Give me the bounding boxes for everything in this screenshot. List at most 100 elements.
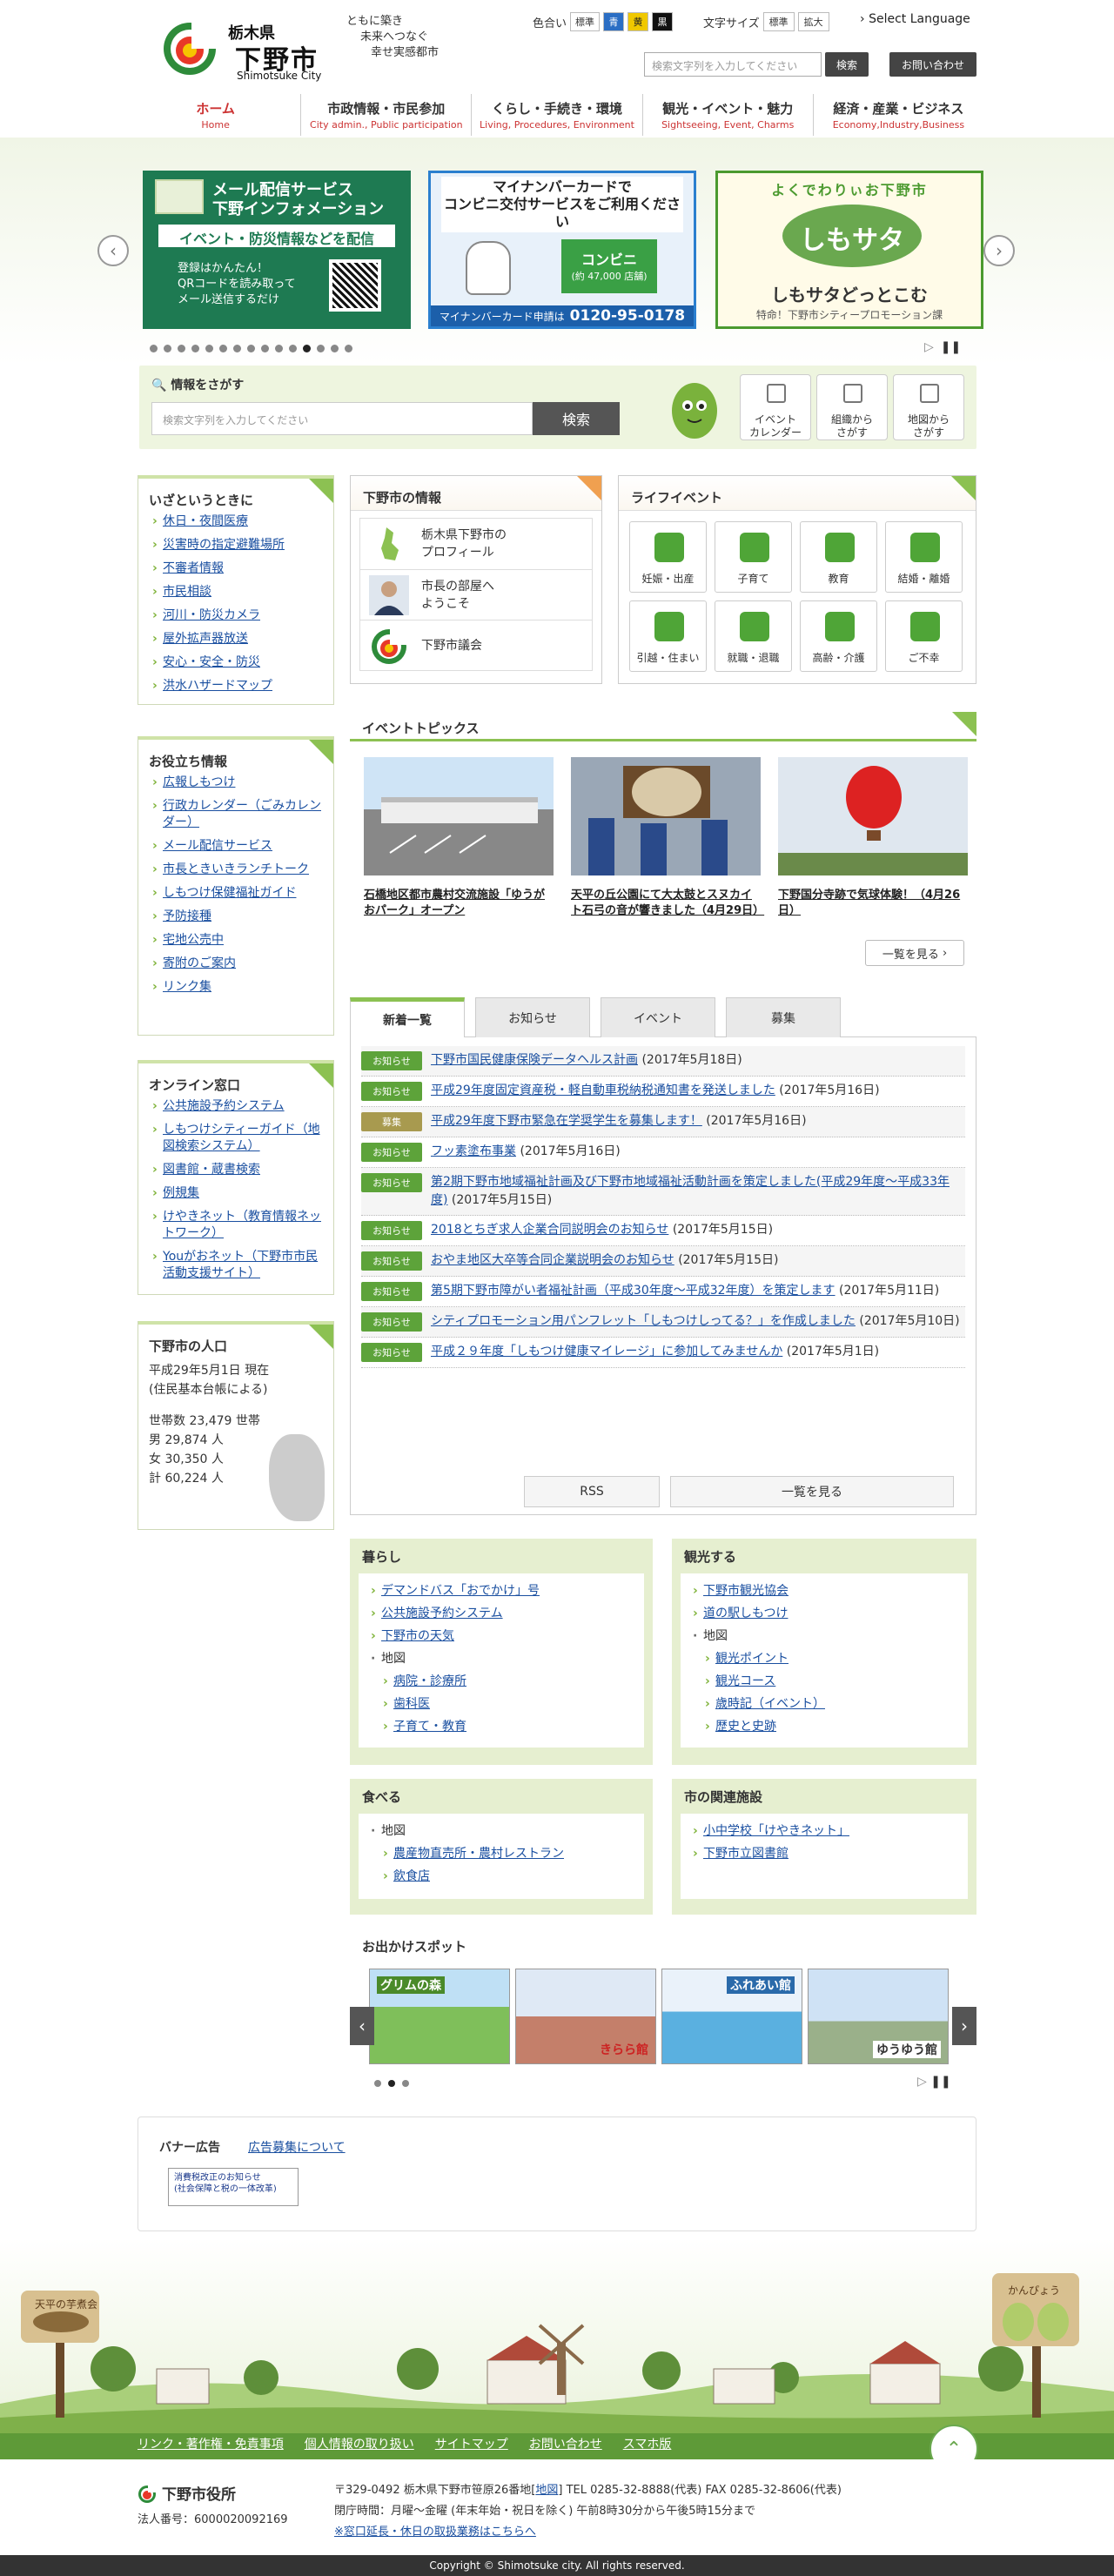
sightseeing-link[interactable]: 下野市観光協会 xyxy=(693,1582,956,1600)
carousel-next-button[interactable]: › xyxy=(983,235,1015,266)
carousel-dot[interactable] xyxy=(275,345,283,352)
link-text[interactable]: 不審者情報 xyxy=(163,561,224,575)
link-text[interactable]: 寄附のご案内 xyxy=(163,956,236,970)
link-text[interactable]: 歴史と史跡 xyxy=(715,1720,776,1734)
city-council-link[interactable]: 下野市議会 xyxy=(360,620,592,670)
pause-icon[interactable]: ❚❚ xyxy=(941,340,961,354)
pause-icon[interactable]: ❚❚ xyxy=(930,2075,950,2089)
map-search-link[interactable]: 地図から さがす xyxy=(893,374,964,440)
link-text[interactable]: 飲食店 xyxy=(393,1869,430,1883)
city-profile-link[interactable]: 栃木県下野市の プロフィール xyxy=(360,519,592,569)
living-map-link[interactable]: 子育て・教育 xyxy=(383,1718,632,1735)
emergency-link[interactable]: 災害時の指定避難場所 xyxy=(152,537,323,553)
dot[interactable] xyxy=(402,2080,409,2087)
carousel-dot[interactable] xyxy=(178,345,185,352)
topic-link[interactable]: 天平の丘公園にて大太鼓とスヌカイト石弓の音が響きました（4月29日） xyxy=(571,889,764,917)
link-text[interactable]: 屋外拡声器放送 xyxy=(163,632,248,646)
news-link[interactable]: 平成２９年度「しもつけ健康マイレージ」に参加してみませんか xyxy=(431,1345,782,1358)
tab-event[interactable]: イベント xyxy=(601,997,715,1037)
link-text[interactable]: 下野市立図書館 xyxy=(703,1847,789,1861)
carousel-dot[interactable] xyxy=(164,345,171,352)
font-standard-button[interactable]: 標準 xyxy=(762,12,795,31)
topics-more-button[interactable]: 一覧を見る › xyxy=(865,940,964,966)
link-text[interactable]: 図書館・蔵書検索 xyxy=(163,1163,260,1177)
online-link[interactable]: けやきネット（教育情報ネットワーク） xyxy=(152,1209,323,1242)
link-text[interactable]: 歯科医 xyxy=(393,1697,430,1711)
online-link[interactable]: Youがおネット（下野市市民活動支援サイト） xyxy=(152,1249,323,1282)
tab-notice[interactable]: お知らせ xyxy=(475,997,590,1037)
search-button[interactable]: 検索 xyxy=(533,402,620,435)
footer-link-sitemap[interactable]: サイトマップ xyxy=(435,2435,508,2452)
link-text[interactable]: 公共施設予約システム xyxy=(381,1607,503,1620)
color-blue-button[interactable]: 青 xyxy=(603,12,625,31)
sightseeing-map-link[interactable]: 観光ポイント xyxy=(705,1650,956,1667)
link-text[interactable]: 子育て・教育 xyxy=(393,1720,466,1734)
living-link[interactable]: 公共施設予約システム xyxy=(371,1605,632,1622)
link-text[interactable]: 休日・夜間医療 xyxy=(163,514,248,528)
site-logo[interactable]: 栃木県 下野市 Shimotsuke City xyxy=(158,16,332,82)
link-text[interactable]: 小中学校「けやきネット」 xyxy=(703,1824,849,1838)
link-text[interactable]: 例規集 xyxy=(163,1186,199,1200)
useful-link[interactable]: メール配信サービス xyxy=(152,838,323,855)
footer-link-privacy[interactable]: 個人情報の取り扱い xyxy=(305,2435,414,2452)
useful-link[interactable]: 広報しもつけ xyxy=(152,775,323,791)
link-text[interactable]: 予防接種 xyxy=(163,909,211,923)
link-text[interactable]: 歳時記（イベント） xyxy=(715,1697,825,1711)
news-link[interactable]: 平成29年度固定資産税・軽自動車税納税通知書を発送しました xyxy=(431,1083,775,1097)
tab-recruit[interactable]: 募集 xyxy=(726,997,841,1037)
search-input[interactable]: 検索文字列を入力してください xyxy=(151,402,533,435)
emergency-link[interactable]: 安心・安全・防災 xyxy=(152,654,323,671)
useful-link[interactable]: 行政カレンダー（ごみカレンダー） xyxy=(152,798,323,831)
link-text[interactable]: 安心・安全・防災 xyxy=(163,655,260,669)
org-search-link[interactable]: 組織から さがす xyxy=(816,374,888,440)
news-link[interactable]: シティプロモーション用パンフレット「しもつけしってる？」を作成しました xyxy=(431,1314,856,1328)
link-text[interactable]: 観光ポイント xyxy=(715,1652,789,1666)
carousel-dot[interactable] xyxy=(303,345,311,352)
link-text[interactable]: 宅地公売中 xyxy=(163,933,224,947)
useful-link[interactable]: 寄附のご案内 xyxy=(152,956,323,972)
link-text[interactable]: しもつけシティーガイド（地図検索システム） xyxy=(163,1123,320,1153)
carousel-dot[interactable] xyxy=(317,345,325,352)
useful-link[interactable]: しもつけ保健福祉ガイド xyxy=(152,885,323,902)
food-map-link[interactable]: 飲食店 xyxy=(383,1868,632,1885)
life-bereavement-button[interactable]: ご不幸 xyxy=(885,600,963,672)
sightseeing-map-link[interactable]: 歴史と史跡 xyxy=(705,1718,956,1735)
link-text[interactable]: 観光コース xyxy=(715,1674,775,1688)
news-more-button[interactable]: 一覧を見る xyxy=(670,1476,954,1507)
banner-convenience-store[interactable]: マイナンバーカードで コンビニ交付サービスをご利用ください コンビニ (約 47,… xyxy=(428,171,696,329)
address-map-link[interactable]: 地図 xyxy=(535,2484,558,2497)
useful-link[interactable]: 市長ときいきランチトーク xyxy=(152,862,323,878)
life-pregnancy-button[interactable]: 妊娠・出産 xyxy=(629,521,707,593)
spots-prev-button[interactable]: ‹ xyxy=(350,2007,374,2045)
link-text[interactable]: Youがおネット（下野市市民活動支援サイト） xyxy=(163,1250,318,1280)
link-text[interactable]: 下野市観光協会 xyxy=(703,1584,789,1598)
spot-grimm-forest[interactable]: グリムの森 xyxy=(369,1969,510,2064)
topic-card[interactable]: 石橋地区都市農村交流施設「ゆうがおパーク」オープン xyxy=(364,757,554,919)
topic-link[interactable]: 下野国分寺跡で気球体験！（4月26日） xyxy=(778,889,960,917)
ads-recruit-link[interactable]: 広告募集について xyxy=(248,2138,346,2156)
emergency-link[interactable]: 休日・夜間医療 xyxy=(152,513,323,530)
emergency-link[interactable]: 屋外拡声器放送 xyxy=(152,631,323,647)
topic-link[interactable]: 石橋地区都市農村交流施設「ゆうがおパーク」オープン xyxy=(364,889,545,917)
news-link[interactable]: 平成29年度下野市緊急在学奨学生を募集します！ xyxy=(431,1114,702,1128)
spot-yuyu[interactable]: ゆうゆう館 xyxy=(808,1969,949,2064)
sightseeing-link[interactable]: 道の駅しもつけ xyxy=(693,1605,956,1622)
life-employment-button[interactable]: 就職・退職 xyxy=(715,600,792,672)
spots-next-button[interactable]: › xyxy=(952,2007,976,2045)
tab-new[interactable]: 新着一覧 xyxy=(350,997,465,1037)
color-yellow-button[interactable]: 黄 xyxy=(627,12,649,31)
spot-fureai[interactable]: ふれあい館 xyxy=(661,1969,802,2064)
carousel-dot[interactable] xyxy=(191,345,199,352)
life-elderly-button[interactable]: 高齢・介護 xyxy=(800,600,877,672)
link-text[interactable]: しもつけ保健福祉ガイド xyxy=(163,886,296,900)
link-text[interactable]: 農産物直売所・農村レストラン xyxy=(393,1847,564,1861)
emergency-link[interactable]: 洪水ハザードマップ xyxy=(152,678,323,694)
carousel-dot[interactable] xyxy=(150,345,158,352)
dot[interactable] xyxy=(374,2080,381,2087)
link-text[interactable]: リンク集 xyxy=(163,980,211,994)
topic-card[interactable]: 下野国分寺跡で気球体験！（4月26日） xyxy=(778,757,968,919)
gnav-home[interactable]: ホーム Home xyxy=(131,94,302,136)
carousel-dot[interactable] xyxy=(345,345,352,352)
mayor-room-link[interactable]: 市長の部屋へ ようこそ xyxy=(360,569,592,620)
sightseeing-map-link[interactable]: 観光コース xyxy=(705,1673,956,1690)
